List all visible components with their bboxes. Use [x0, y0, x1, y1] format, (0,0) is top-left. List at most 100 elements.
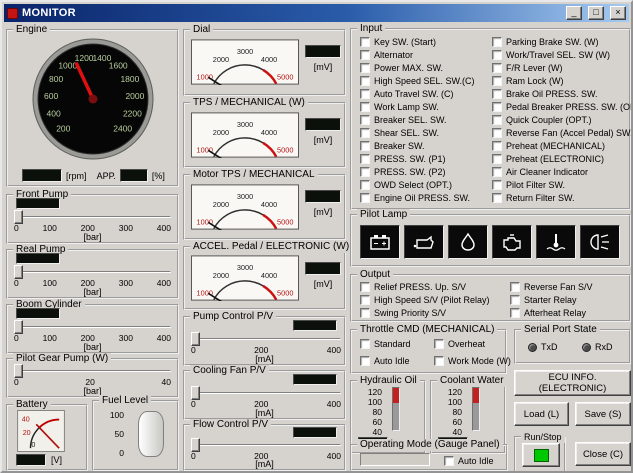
slider-track [14, 271, 171, 273]
checkbox-box [492, 140, 502, 151]
flow-control-value-display [293, 427, 337, 438]
engine-readout-row: [rpm] APP. [%] [12, 169, 175, 182]
close-button[interactable]: Close (C) [575, 442, 631, 466]
checkbox-owd-select[interactable]: OWD Select (OPT.) [360, 178, 488, 191]
checkbox-box [434, 338, 444, 349]
load-button[interactable]: Load (L) [514, 402, 569, 426]
checkbox-parking-brake-sw[interactable]: Parking Brake SW. (W) [492, 36, 630, 49]
checkbox-box [492, 37, 502, 48]
run-stop-button[interactable] [522, 443, 560, 467]
checkbox-starter-relay[interactable]: Starter Relay [510, 293, 628, 306]
checkbox-work-travel-sel-sw[interactable]: Work/Travel SEL. SW (W) [492, 49, 630, 62]
tick-label: 120 [367, 387, 382, 397]
group-label: Engine [13, 24, 51, 36]
checkbox-pedal-breaker-press-sw[interactable]: Pedal Breaker PRESS. SW. (OPT.) [492, 101, 631, 114]
hydraulic-oil-slider[interactable] [392, 387, 400, 431]
checkbox-breaker-sel-sw[interactable]: Breaker SEL. SW. [360, 114, 488, 127]
checkbox-preheat-electronic[interactable]: Preheat (ELECTRONIC) [492, 152, 630, 165]
checkbox-operating-auto-idle[interactable]: Auto Idle [444, 454, 494, 467]
dial-value-display [305, 45, 341, 58]
checkbox-air-cleaner-indicator[interactable]: Air Cleaner Indicator [492, 165, 630, 178]
flow-control-pv-group: Flow Control P/V 0 200 400 [mA] [183, 419, 346, 471]
checkbox-swing-priority-sv[interactable]: Swing Priority S/V [360, 306, 488, 319]
slider-thumb[interactable] [191, 332, 200, 346]
checkbox-press-sw-p2[interactable]: PRESS. SW. (P2) [360, 165, 488, 178]
checkbox-box [360, 192, 370, 203]
slider-thumb[interactable] [14, 364, 23, 378]
ecu-info-button[interactable]: ECU INFO. (ELECTRONIC) [514, 370, 631, 396]
checkbox-power-max-sw[interactable]: Power MAX. SW. [360, 62, 488, 75]
boom-cylinder-slider[interactable] [14, 320, 171, 334]
checkbox-box [360, 102, 370, 113]
minimize-button[interactable]: _ [566, 6, 582, 20]
cooling-fan-slider[interactable] [191, 386, 341, 400]
motor-tps-analog-meter: 1000 2000 3000 4000 5000 [191, 184, 299, 230]
pilot-gear-pump-slider[interactable] [14, 364, 171, 378]
checkbox-breaker-sw[interactable]: Breaker SW. [360, 139, 488, 152]
checkbox-throttle-auto-idle[interactable]: Auto Idle [360, 354, 410, 367]
save-button[interactable]: Save (S) [575, 402, 631, 426]
slider-thumb[interactable] [14, 265, 23, 279]
checkbox-pilot-filter-sw[interactable]: Pilot Filter SW. [492, 178, 630, 191]
tps-mechanical-group: TPS / MECHANICAL (W) 1000 2000 3000 4000… [183, 97, 346, 168]
meter-tick-label: 5000 [277, 289, 293, 298]
checkbox-fr-lever[interactable]: F/R Lever (W) [492, 62, 630, 75]
meter-tick-label: 1000 [197, 289, 213, 298]
checkbox-ram-lock[interactable]: Ram Lock (W) [492, 75, 630, 88]
slider-thumb[interactable] [191, 386, 200, 400]
pump-control-slider[interactable] [191, 332, 341, 346]
checkbox-preheat-mechanical[interactable]: Preheat (MECHANICAL) [492, 139, 630, 152]
checkbox-engine-oil-press-sw[interactable]: Engine Oil PRESS. SW. [360, 191, 488, 204]
checkbox-label: PRESS. SW. (P2) [374, 166, 446, 177]
engine-rpm-display [22, 169, 63, 182]
flow-control-slider[interactable] [191, 438, 341, 452]
meter-tick-label: 3000 [237, 192, 253, 201]
checkbox-auto-travel-sw[interactable]: Auto Travel SW. (C) [360, 88, 488, 101]
checkbox-box [360, 307, 370, 318]
checkbox-alternator[interactable]: Alternator [360, 49, 488, 62]
checkbox-return-filter-sw[interactable]: Return Filter SW. [492, 191, 630, 204]
checkbox-press-sw-p1[interactable]: PRESS. SW. (P1) [360, 152, 488, 165]
checkbox-throttle-overheat[interactable]: Overheat [434, 337, 485, 350]
app-label: APP. [96, 170, 116, 181]
checkbox-high-speed-sel-sw[interactable]: High Speed SEL. SW.(C) [360, 75, 488, 88]
checkbox-afterheat-relay[interactable]: Afterheat Relay [510, 306, 628, 319]
checkbox-label: Power MAX. SW. [374, 63, 444, 74]
gauge-tick-label: 800 [49, 74, 63, 84]
slider-thumb[interactable] [14, 320, 23, 334]
slider-thumb[interactable] [191, 438, 200, 452]
titlebar[interactable]: MONITOR _ □ × [4, 4, 629, 22]
slider-thumb[interactable] [14, 210, 23, 224]
real-pump-slider[interactable] [14, 265, 171, 279]
checkbox-work-lamp-sw[interactable]: Work Lamp SW. [360, 101, 488, 114]
checkbox-shear-sel-sw[interactable]: Shear SEL. SW. [360, 126, 488, 139]
checkbox-relief-press-up-sv[interactable]: Relief PRESS. Up. S/V [360, 280, 488, 293]
meter-tick-label: 5000 [277, 73, 293, 82]
meter-tick-label: 20 [23, 429, 31, 437]
checkbox-reverse-fan-accel-pedal-sw[interactable]: Reverse Fan (Accel Pedal) SW. [492, 126, 631, 139]
close-window-button[interactable]: × [610, 6, 626, 20]
checkbox-label: High Speed S/V (Pilot Relay) [374, 294, 490, 305]
checkbox-quick-coupler[interactable]: Quick Coupler (OPT.) [492, 114, 630, 127]
meter-tick-label: 3000 [237, 263, 253, 272]
checkbox-brake-oil-press-sw[interactable]: Brake Oil PRESS. SW. [492, 88, 630, 101]
output-group: Output Relief PRESS. Up. S/V High Speed … [350, 269, 631, 322]
checkbox-throttle-standard[interactable]: Standard [360, 337, 411, 350]
engine-lamp-icon [492, 225, 532, 259]
coolant-water-slider[interactable] [472, 387, 480, 431]
checkbox-label: Preheat (ELECTRONIC) [506, 153, 605, 164]
maximize-button[interactable]: □ [588, 6, 604, 20]
front-pump-slider[interactable] [14, 210, 171, 224]
checkbox-high-speed-sv[interactable]: High Speed S/V (Pilot Relay) [360, 293, 490, 306]
fuel-tank-indicator [138, 411, 164, 457]
checkbox-box [510, 294, 520, 305]
checkbox-box [492, 166, 502, 177]
meter-tick-label: 1000 [197, 146, 213, 155]
group-label: Coolant Water [437, 375, 507, 387]
checkbox-label: OWD Select (OPT.) [374, 179, 453, 190]
checkbox-label: Key SW. (Start) [374, 37, 437, 48]
meter-tick-label: 1000 [197, 218, 213, 227]
checkbox-reverse-fan-sv[interactable]: Reverse Fan S/V [510, 280, 628, 293]
checkbox-throttle-work-mode[interactable]: Work Mode (W) [434, 354, 511, 367]
checkbox-key-sw-start[interactable]: Key SW. (Start) [360, 36, 488, 49]
